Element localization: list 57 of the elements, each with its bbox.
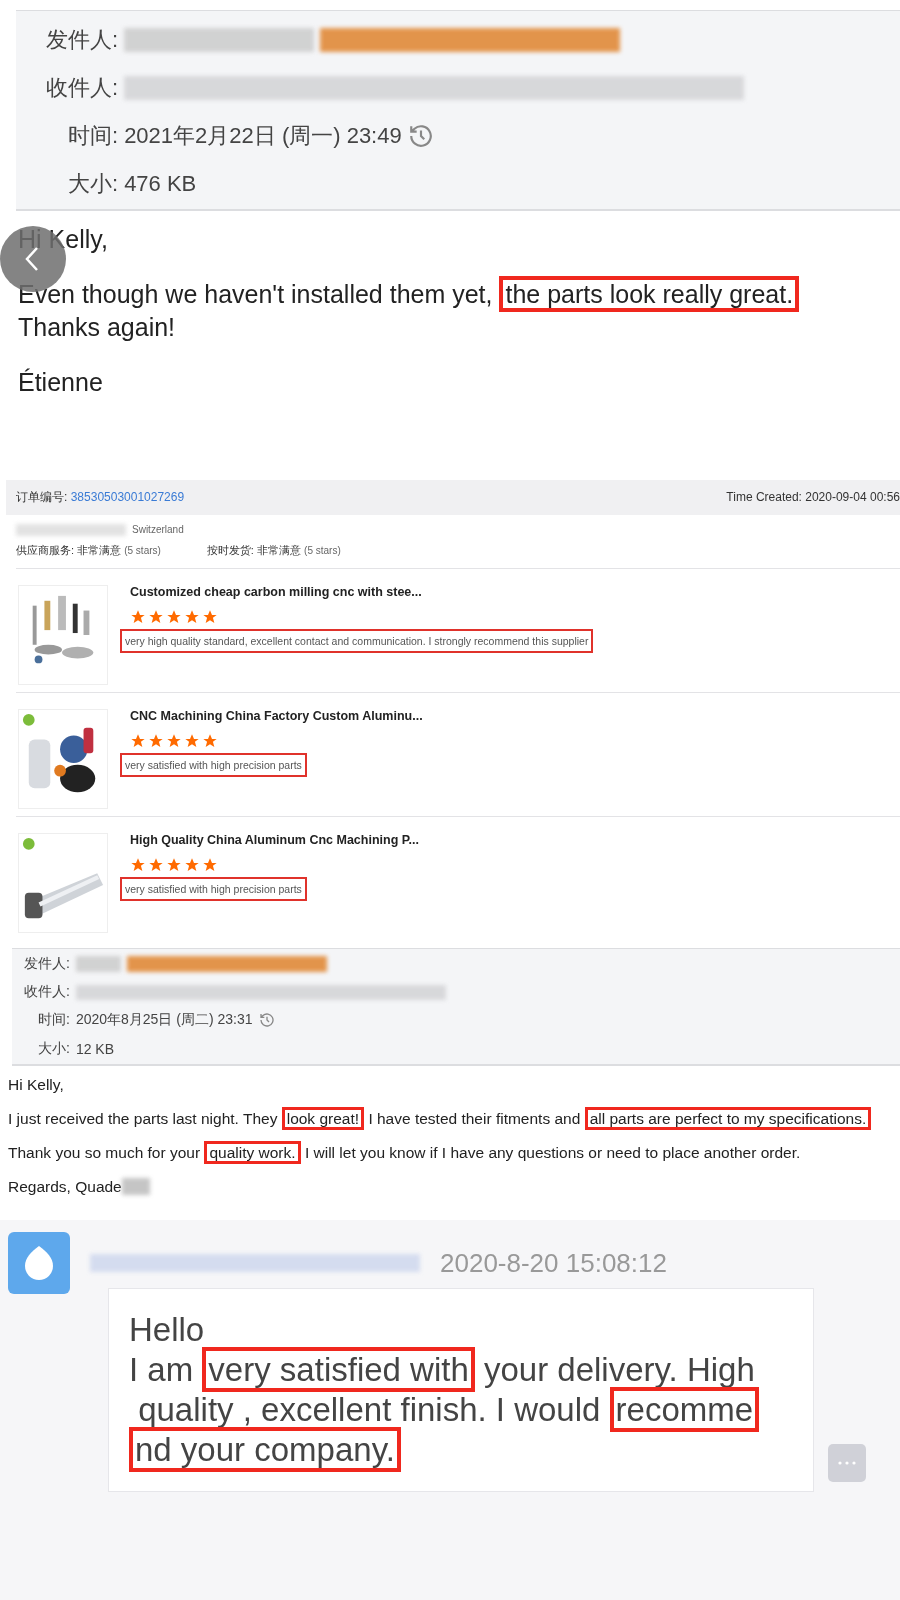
order-number-link[interactable]: 38530503001027269: [70, 489, 185, 504]
sent-time: 2020年8月25日 (周二) 23:31: [75, 1011, 253, 1030]
rating-label: 按时发货:: [206, 544, 255, 556]
message-text: Thank you so much for your quality work. I will let you know if I have any questions or need to place another order.: [8, 1143, 801, 1162]
order-label: 订单编号:: [16, 489, 69, 504]
message-size: 476 KB: [124, 171, 197, 197]
message-text: Regards, Quade: [8, 1177, 122, 1196]
star-icon: [148, 609, 164, 625]
redacted-name: [121, 1178, 150, 1196]
recipient-label: 收件人:: [24, 983, 70, 1002]
message-size: 12 KB: [75, 1040, 115, 1057]
time-created: Time Created: 2020-09-04 00:56: [726, 490, 900, 505]
star-icon: [184, 857, 200, 873]
star-icon: [202, 857, 218, 873]
review-text: very satisfied with high precision parts: [120, 877, 307, 901]
time-label: 时间:: [68, 122, 119, 150]
rating-stars: (5 stars): [124, 545, 161, 556]
message-text: Hello: [129, 1311, 205, 1349]
product-title[interactable]: Customized cheap carbon milling cnc with stee...: [130, 585, 594, 599]
star-icon: [184, 609, 200, 625]
size-label: 大小:: [38, 1039, 70, 1058]
message-text: I just received the parts last night. They look great! I have tested their fitments and all parts are perfect to my specifications.: [8, 1109, 872, 1128]
product-title[interactable]: High Quality China Aluminum Cnc Machining P...: [130, 833, 419, 847]
star-icon: [148, 733, 164, 749]
history-icon[interactable]: [407, 123, 434, 149]
star-icon: [166, 733, 182, 749]
redacted-sender: [75, 956, 121, 972]
message-text: Étienne: [18, 368, 103, 397]
star-icon: [166, 857, 182, 873]
product-title[interactable]: CNC Machining China Factory Custom Aluminu...: [130, 709, 423, 723]
buyer-country: Switzerland: [132, 524, 184, 536]
sender-label: 发件人:: [24, 955, 70, 974]
sent-time: 2021年2月22日 (周一) 23:49: [124, 122, 402, 150]
star-icon: [202, 733, 218, 749]
star-icon: [130, 857, 146, 873]
recipient-label: 收件人:: [46, 74, 119, 102]
message-text: Thanks again!: [18, 313, 176, 342]
rating-stars: (5 stars): [304, 545, 341, 556]
star-icon: [184, 733, 200, 749]
message-timestamp: 2020-8-20 15:08:12: [440, 1247, 667, 1279]
time-label: 时间:: [38, 1011, 70, 1030]
rating-value: 非常满意: [257, 544, 302, 556]
sender-label: 发件人:: [46, 26, 119, 54]
avatar-icon: [8, 1232, 70, 1294]
star-icon: [130, 733, 146, 749]
star-icon: [148, 857, 164, 873]
ellipsis-icon: [838, 1461, 856, 1465]
review-text: very satisfied with high precision parts: [120, 753, 307, 777]
history-icon[interactable]: [258, 1012, 275, 1029]
star-icon: [130, 609, 146, 625]
rating-label: 供应商服务:: [16, 544, 76, 556]
message-text: Hi Kelly,: [8, 1075, 64, 1094]
star-icon: [202, 609, 218, 625]
star-icon: [166, 609, 182, 625]
size-label: 大小:: [68, 170, 119, 198]
review-text: very high quality standard, excellent contact and communication. I strongly recommend this supplier: [120, 629, 594, 653]
rating-value: 非常满意: [77, 544, 123, 556]
